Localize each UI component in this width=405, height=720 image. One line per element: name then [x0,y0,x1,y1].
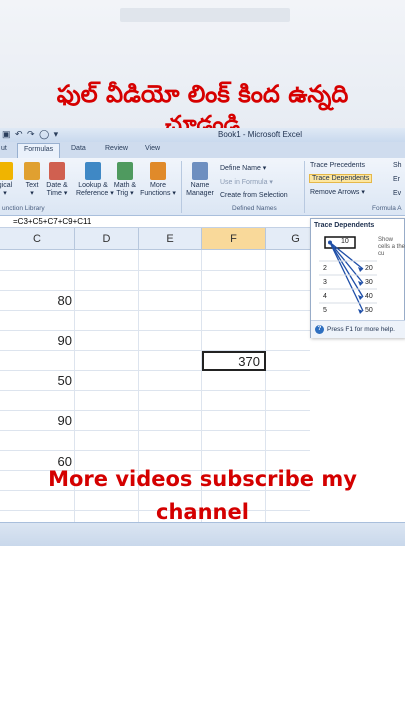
show-formulas-button[interactable]: Sh [393,162,402,169]
preview-row: 2 [323,265,327,272]
trace-dependents-button[interactable]: Trace Dependents [309,174,373,183]
tooltip-preview: 10 2 20 3 30 4 40 5 50 [319,234,377,318]
math-trig-button[interactable]: Math & Trig ▾ [112,162,138,198]
group-function-library: unction Library [2,205,45,212]
active-cell-f[interactable]: 370 [202,351,266,371]
grid-line [0,270,310,271]
help-icon: ? [315,325,324,334]
subscribe-overlay-line2: channel [156,500,249,524]
trace-precedents-label: Trace Precedents [310,162,365,169]
text-function-icon [24,162,40,180]
name-manager-button[interactable]: Name Manager [184,162,216,198]
active-cell-value: 370 [238,354,260,369]
preview-value: 10 [341,238,349,245]
faded-title-strip [120,8,290,22]
create-from-selection-button[interactable]: Create from Selection [220,192,288,199]
group-formula-auditing: Formula A [372,205,402,212]
grid-line [0,310,310,311]
preview-value: 20 [365,265,373,272]
ribbon: gical ▾ Text ▾ Date & Time ▾ Lookup & Re… [0,158,405,216]
trace-precedents-button[interactable]: Trace Precedents [310,162,365,169]
column-header-d[interactable]: D [75,228,139,250]
ribbon-separator [181,161,182,213]
grid-line [0,330,310,331]
remove-arrows-button[interactable]: Remove Arrows ▾ [310,188,365,196]
define-name-button[interactable]: Define Name ▾ [220,164,266,172]
ribbon-separator [304,161,305,213]
quick-access-toolbar[interactable]: ▣ ↶ ↷ ◯ ▾ [2,129,59,140]
cell-c5[interactable]: 90 [30,333,72,348]
tab-layout[interactable]: ut [1,145,7,152]
ribbon-tabs: ut Formulas Data Review View [0,142,405,158]
lookup-icon [85,162,101,180]
trace-arrows-preview [319,236,377,314]
tooltip-help-text: Press F1 for more help. [327,326,395,333]
preview-row: 4 [323,293,327,300]
text-button[interactable]: Text ▾ [19,162,45,198]
subscribe-overlay-line1: More videos subscribe my [48,467,357,491]
window-title: Book1 - Microsoft Excel [218,130,303,139]
preview-row: 5 [323,307,327,314]
date-time-button[interactable]: Date & Time ▾ [44,162,70,198]
error-checking-button[interactable]: Er [393,176,400,183]
grid-line [0,410,310,411]
tab-review[interactable]: Review [105,145,128,152]
tab-view[interactable]: View [145,145,160,152]
use-in-formula-label: Use in Formula ▾ [220,179,273,186]
grid-line [0,430,310,431]
tooltip-title: Trace Dependents [314,222,375,229]
define-name-label: Define Name ▾ [220,165,267,172]
logical-icon [0,162,13,180]
name-manager-icon [192,162,208,180]
formula-text[interactable]: =C3+C5+C7+C9+C11 [13,217,91,226]
title-bar: ▣ ↶ ↷ ◯ ▾ Book1 - Microsoft Excel [0,128,405,142]
create-from-selection-label: Create from Selection [220,192,288,199]
telugu-headline-line1: ఫుల్ వీడియో లింక్ కింద ఉన్నది [56,80,349,108]
column-header-e[interactable]: E [139,228,202,250]
horizontal-scrollbar[interactable] [0,522,405,546]
preview-value: 30 [365,279,373,286]
grid-line [0,450,310,451]
trace-dependents-tooltip: Trace Dependents 10 2 20 3 30 4 40 5 50 … [310,218,405,338]
evaluate-formula-button[interactable]: Ev [393,190,401,197]
lookup-reference-button[interactable]: Lookup & Reference ▾ [76,162,114,198]
preview-value: 40 [365,293,373,300]
trace-dependents-label: Trace Dependents [312,175,370,182]
tooltip-description: Show cells a the cu [378,237,405,257]
cell-c3[interactable]: 80 [30,293,72,308]
group-defined-names: Defined Names [232,205,277,212]
bottom-blank-area [0,546,405,720]
math-trig-icon [117,162,133,180]
tooltip-help: ? Press F1 for more help. [311,320,405,338]
preview-value: 50 [365,307,373,314]
cell-c7[interactable]: 50 [30,373,72,388]
date-time-icon [49,162,65,180]
grid-line [0,390,310,391]
cell-c9[interactable]: 90 [30,413,72,428]
logical-button[interactable]: gical ▾ [0,162,18,198]
remove-arrows-label: Remove Arrows ▾ [310,189,365,196]
preview-row: 3 [323,279,327,286]
tab-data[interactable]: Data [71,145,86,152]
grid-line [0,290,310,291]
more-functions-button[interactable]: More Functions ▾ [140,162,176,198]
tab-formulas[interactable]: Formulas [17,143,61,158]
use-in-formula-button[interactable]: Use in Formula ▾ [220,178,273,186]
column-header-c[interactable]: C [0,228,75,250]
more-functions-icon [150,162,166,180]
column-header-f[interactable]: F [202,228,266,250]
